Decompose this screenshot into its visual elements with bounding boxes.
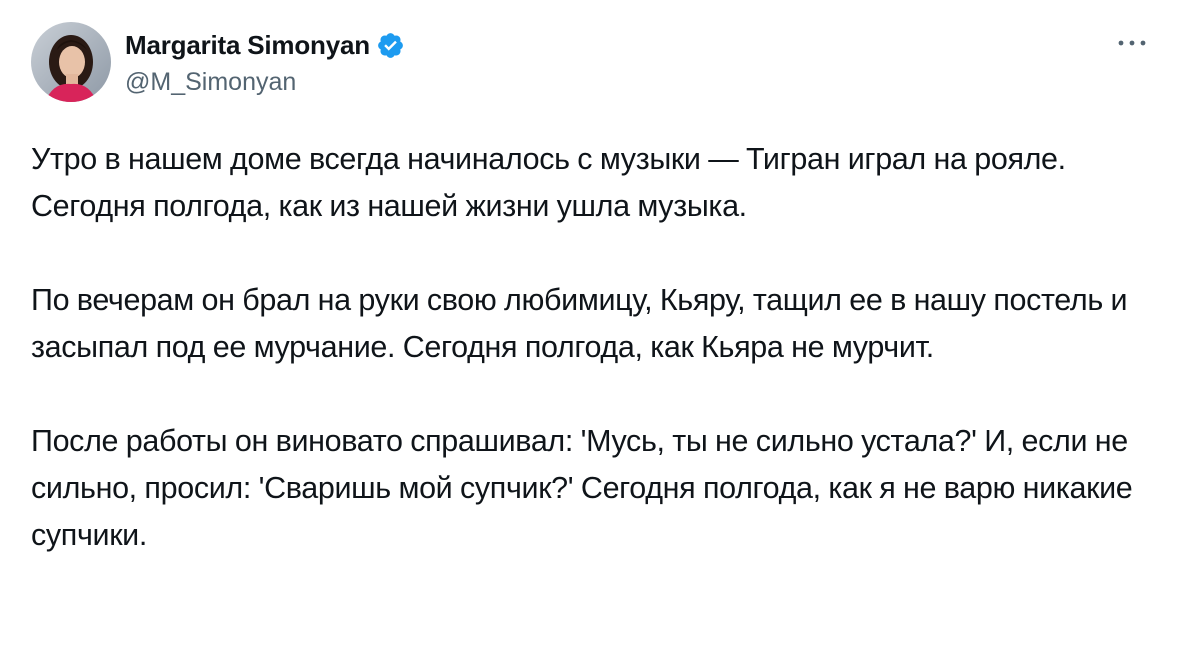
tweet-paragraph: После работы он виновато спрашивал: 'Мус…: [31, 424, 1133, 552]
tweet-paragraph: По вечерам он брал на руки свою любимицу…: [31, 283, 1128, 364]
author-names: Margarita Simonyan @M_Simonyan: [125, 28, 405, 97]
tweet-card: Margarita Simonyan @M_Simonyan Утро в на…: [0, 0, 1186, 660]
tweet-paragraph: Утро в нашем доме всегда начиналось с му…: [31, 142, 1066, 223]
author-avatar[interactable]: [31, 22, 111, 102]
tweet-header: Margarita Simonyan @M_Simonyan: [31, 22, 1166, 106]
author-handle[interactable]: @M_Simonyan: [125, 68, 405, 97]
display-name-row: Margarita Simonyan: [125, 28, 405, 62]
verified-badge-icon[interactable]: [376, 31, 405, 60]
author-display-name[interactable]: Margarita Simonyan: [125, 30, 370, 61]
more-horizontal-icon[interactable]: [1112, 28, 1152, 58]
tweet-text: Утро в нашем доме всегда начиналось с му…: [31, 136, 1161, 559]
